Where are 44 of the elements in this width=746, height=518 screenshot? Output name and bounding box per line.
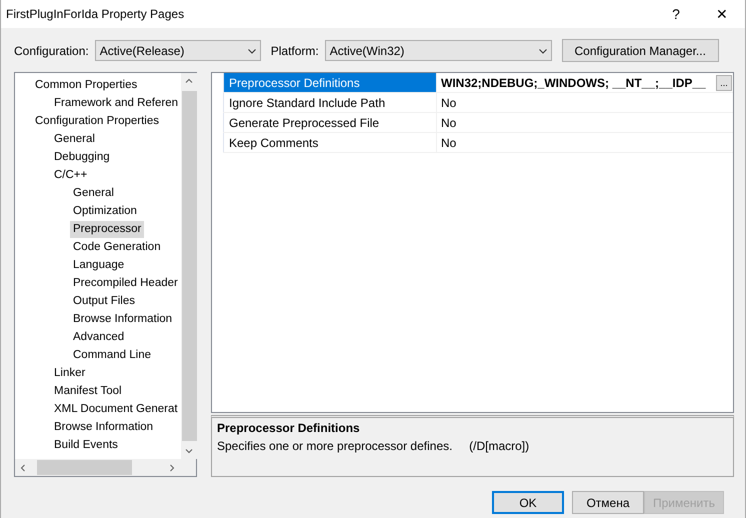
tree-item[interactable]: Preprocessor bbox=[70, 220, 144, 238]
property-value[interactable]: No bbox=[436, 93, 733, 112]
tree-item[interactable]: Browse Information bbox=[51, 418, 156, 436]
scroll-right-icon[interactable] bbox=[167, 462, 177, 472]
tree-item[interactable]: General bbox=[51, 130, 98, 148]
scroll-left-icon[interactable] bbox=[18, 462, 28, 472]
scroll-down-icon[interactable] bbox=[184, 446, 194, 456]
close-button[interactable]: ✕ bbox=[699, 0, 745, 28]
platform-dropdown[interactable]: Active(Win32) bbox=[324, 40, 552, 61]
tree-item[interactable]: Command Line bbox=[70, 346, 154, 364]
tree-item[interactable]: Framework and Referen bbox=[51, 94, 181, 112]
tree-item[interactable]: Language bbox=[70, 256, 128, 274]
tree-item[interactable]: Linker bbox=[51, 364, 88, 382]
vertical-scrollbar[interactable] bbox=[181, 73, 197, 459]
horizontal-scrollbar[interactable] bbox=[15, 459, 196, 476]
help-button[interactable]: ? bbox=[653, 0, 699, 28]
description-text: Specifies one or more preprocessor defines. (/D[macro]) bbox=[217, 439, 530, 453]
dialog-button[interactable]: Отмена bbox=[572, 491, 644, 514]
tree-item[interactable]: C/C++ bbox=[51, 166, 90, 184]
property-value[interactable]: WIN32;NDEBUG;_WINDOWS; __NT__;__IDP__ ... bbox=[436, 73, 733, 92]
configuration-manager-button[interactable]: Configuration Manager... bbox=[562, 39, 719, 62]
tree-item[interactable]: Optimization bbox=[70, 202, 140, 220]
tree-item[interactable]: Output Files bbox=[70, 292, 138, 310]
property-name[interactable]: Preprocessor Definitions bbox=[223, 73, 436, 92]
tree-item[interactable]: General bbox=[70, 184, 117, 202]
dialog-button[interactable]: OK bbox=[492, 491, 564, 514]
tree-item[interactable]: Build Events bbox=[51, 436, 121, 454]
tree-item[interactable]: Configuration Properties bbox=[32, 112, 162, 130]
tree-item[interactable]: Browse Information bbox=[70, 310, 176, 328]
platform-label: Platform: bbox=[270, 44, 319, 58]
configuration-label: Configuration: bbox=[14, 44, 89, 58]
tree-item[interactable]: XML Document Generat bbox=[51, 400, 181, 418]
window-title: FirstPlugInForIda Property Pages bbox=[6, 7, 186, 21]
tree-item[interactable]: Debugging bbox=[51, 148, 113, 166]
tree-item[interactable]: Manifest Tool bbox=[51, 382, 125, 400]
description-title: Preprocessor Definitions bbox=[217, 421, 361, 435]
browse-button[interactable]: ... bbox=[716, 74, 732, 90]
property-value[interactable]: No bbox=[436, 133, 733, 152]
configuration-dropdown[interactable]: Active(Release) bbox=[94, 40, 261, 61]
tree-item[interactable]: Precompiled Header bbox=[70, 274, 181, 292]
tree-item[interactable]: Advanced bbox=[70, 328, 128, 346]
property-value[interactable]: No bbox=[436, 113, 733, 132]
tree-item[interactable]: Code Generation bbox=[70, 238, 164, 256]
tree-item[interactable]: Common Properties bbox=[32, 76, 140, 94]
